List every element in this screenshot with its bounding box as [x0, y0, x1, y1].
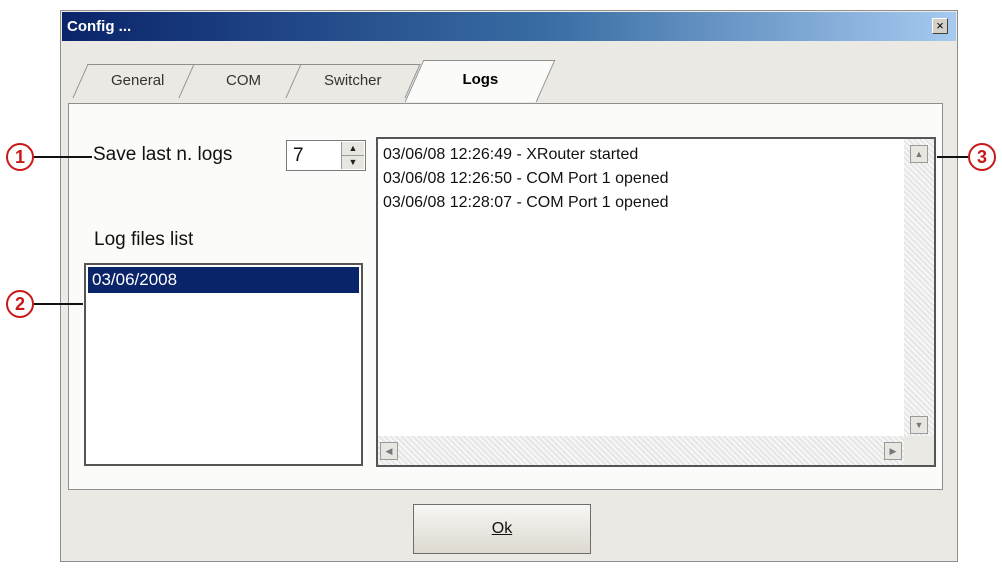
- log-files-label: Log files list: [94, 229, 194, 250]
- callout-3: 3: [968, 143, 996, 171]
- callout-1: 1: [6, 143, 34, 171]
- title-bar[interactable]: Config ... ×: [62, 12, 956, 41]
- close-button[interactable]: ×: [932, 18, 948, 34]
- log-line: 03/06/08 12:26:49 - XRouter started: [383, 146, 639, 163]
- scroll-down-icon: ▼: [914, 420, 924, 430]
- tab-logs-label: Logs: [462, 71, 499, 88]
- callout-3-line: [937, 156, 968, 158]
- log-line: 03/06/08 12:28:07 - COM Port 1 opened: [383, 194, 669, 211]
- log-line: 03/06/08 12:26:50 - COM Port 1 opened: [383, 170, 669, 187]
- triangle-down-icon: ▼: [348, 157, 358, 167]
- callout-2-line: [34, 303, 83, 305]
- save-last-logs-label: Save last n. logs: [93, 144, 233, 165]
- triangle-up-icon: ▲: [348, 143, 358, 153]
- scroll-down-button[interactable]: ▼: [910, 416, 928, 434]
- ok-button[interactable]: Ok: [413, 504, 591, 554]
- spin-down-button[interactable]: ▼: [342, 156, 364, 169]
- scrollbar-corner: [904, 436, 934, 465]
- save-last-logs-value[interactable]: 7: [293, 145, 304, 167]
- tab-switcher-label: Switcher: [324, 72, 382, 89]
- scroll-up-icon: ▲: [914, 149, 924, 159]
- callout-1-line: [34, 156, 92, 158]
- tab-general-label: General: [111, 72, 165, 89]
- callout-2: 2: [6, 290, 34, 318]
- window-title: Config ...: [67, 18, 132, 35]
- log-viewer[interactable]: 03/06/08 12:26:49 - XRouter started 03/0…: [376, 137, 936, 467]
- list-item[interactable]: 03/06/2008: [88, 267, 359, 293]
- vertical-scrollbar[interactable]: ▲ ▼: [904, 139, 934, 436]
- scroll-left-button[interactable]: ◀: [380, 442, 398, 460]
- ok-button-label: Ok: [491, 520, 513, 537]
- spin-up-button[interactable]: ▲: [342, 142, 364, 156]
- log-files-listbox[interactable]: 03/06/2008: [84, 263, 363, 466]
- close-icon: ×: [936, 18, 944, 33]
- tab-switcher[interactable]: Switcher: [285, 64, 421, 98]
- scroll-right-icon: ▶: [889, 446, 897, 456]
- scroll-up-button[interactable]: ▲: [910, 145, 928, 163]
- scroll-left-icon: ◀: [385, 446, 393, 456]
- scroll-right-button[interactable]: ▶: [884, 442, 902, 460]
- tab-logs[interactable]: Logs: [404, 60, 556, 102]
- spinner-buttons: ▲ ▼: [341, 142, 364, 169]
- tab-com-label: COM: [226, 72, 261, 89]
- save-last-logs-spinner[interactable]: 7 ▲ ▼: [286, 140, 366, 171]
- horizontal-scrollbar[interactable]: ◀ ▶: [378, 436, 904, 465]
